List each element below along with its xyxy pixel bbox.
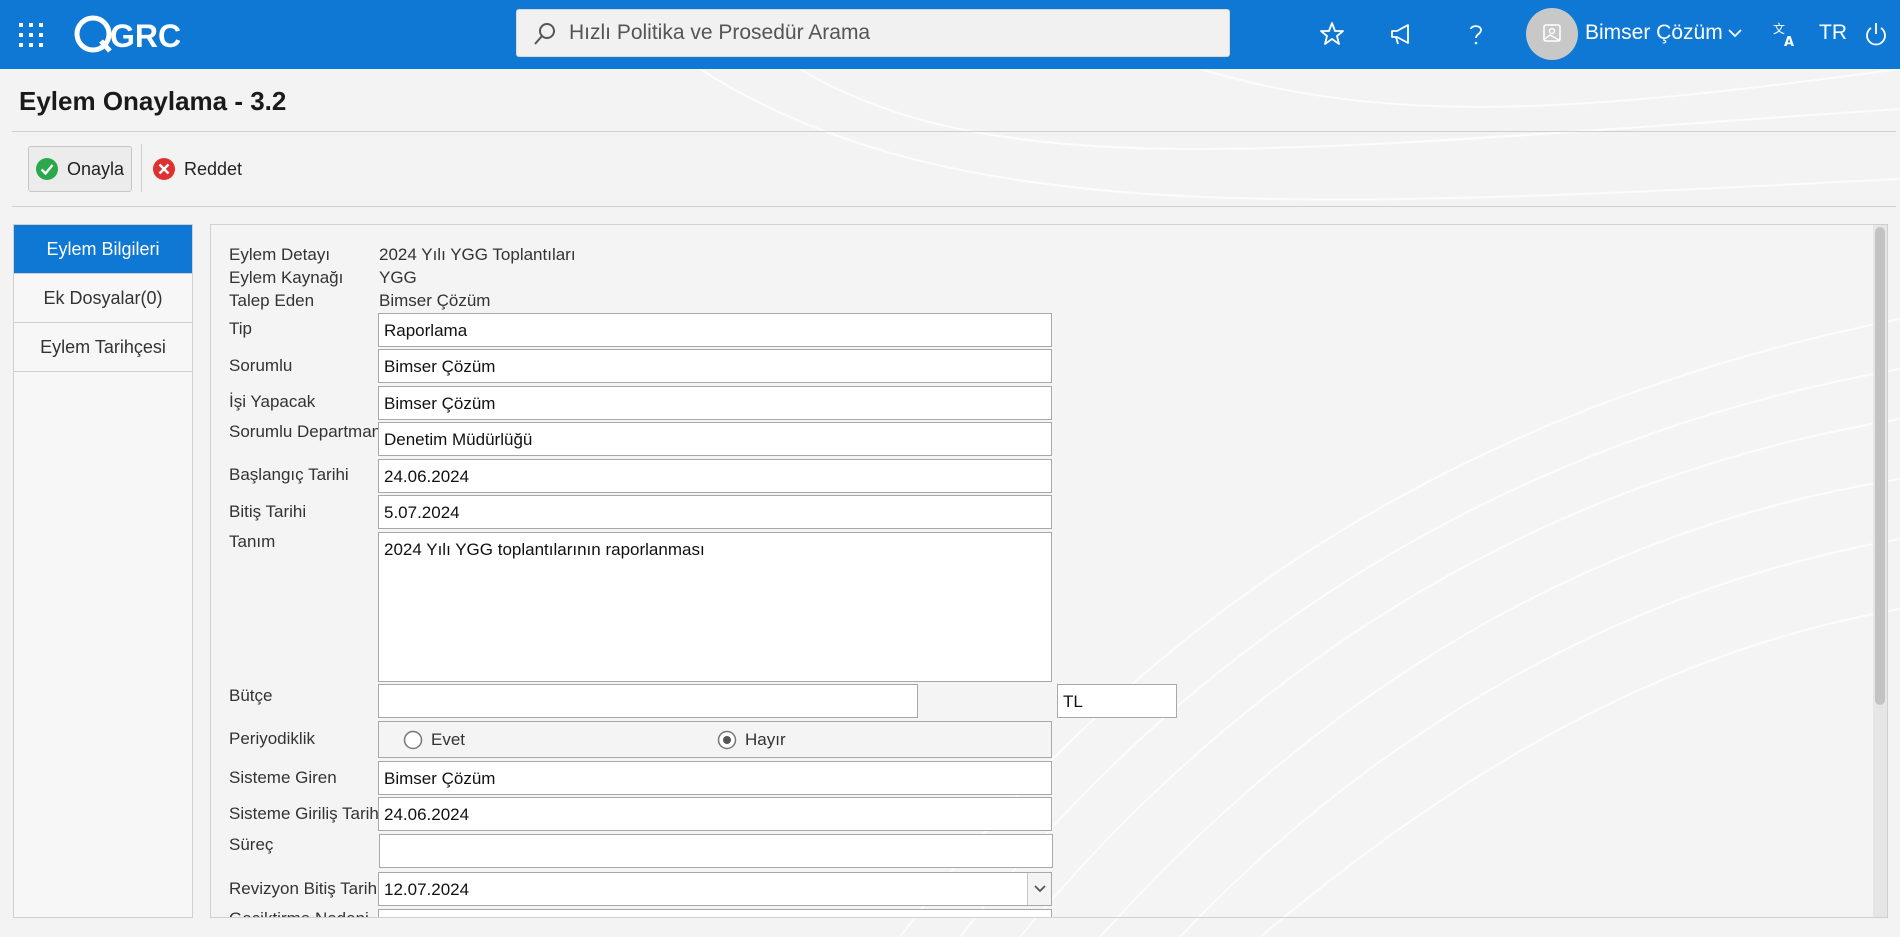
talep-eden-label: Talep Eden xyxy=(229,291,315,310)
butce-label: Bütçe xyxy=(229,686,273,705)
approve-button[interactable]: Onayla xyxy=(28,146,132,192)
isi-yapacak-label: İşi Yapacak xyxy=(229,392,316,411)
surec-label: Süreç xyxy=(229,835,274,854)
search-icon xyxy=(534,23,555,45)
butce-field[interactable] xyxy=(378,684,918,718)
sisteme-giren-label: Sisteme Giren xyxy=(229,768,337,787)
revizyon-bitis-value: 12.07.2024 xyxy=(384,880,470,899)
tab-eylem-tarihcesi[interactable]: Eylem Tarihçesi xyxy=(14,323,192,372)
approve-label: Onayla xyxy=(67,158,125,179)
baslangic-tarihi-field[interactable]: 24.06.2024 xyxy=(378,459,1052,493)
chevron-down-icon xyxy=(1033,885,1046,893)
revizyon-bitis-select[interactable]: 12.07.2024 xyxy=(378,872,1052,906)
vertical-scrollbar[interactable] xyxy=(1873,225,1887,917)
isi-yapacak-field[interactable]: Bimser Çözüm xyxy=(378,386,1052,420)
toolbar-divider xyxy=(12,206,1896,207)
svg-text:A: A xyxy=(1784,35,1794,48)
bitis-tarihi-label: Bitiş Tarihi xyxy=(229,502,307,521)
language-label[interactable]: TR xyxy=(1819,21,1847,45)
radio-evet[interactable]: Evet xyxy=(403,730,465,750)
bitis-tarihi-field[interactable]: 5.07.2024 xyxy=(378,495,1052,529)
talep-eden-value: Bimser Çözüm xyxy=(379,291,491,310)
reject-label: Reddet xyxy=(184,158,243,179)
tip-label: Tip xyxy=(229,319,252,338)
app-launcher-icon[interactable] xyxy=(18,22,44,48)
avatar[interactable] xyxy=(1526,8,1578,60)
reject-button[interactable]: Reddet xyxy=(150,146,248,192)
radio-hayir[interactable]: Hayır xyxy=(717,730,786,750)
scrollbar-thumb[interactable] xyxy=(1875,227,1885,705)
toolbar-separator xyxy=(141,144,142,192)
eylem-detayi-label: Eylem Detayı xyxy=(229,245,331,264)
sorumlu-field[interactable]: Bimser Çözüm xyxy=(378,349,1052,383)
logo-text: GRC xyxy=(110,18,181,54)
sorumlu-label: Sorumlu xyxy=(229,356,293,375)
page-title: Eylem Onaylama - 3.2 xyxy=(19,86,287,116)
check-circle-icon xyxy=(36,158,58,180)
sorumlu-departman-field[interactable]: Denetim Müdürlüğü xyxy=(378,422,1052,456)
geciktirme-nedeni-label: Geciktirme Nedeni xyxy=(229,909,369,917)
giris-tarihi-field[interactable]: 24.06.2024 xyxy=(378,797,1052,831)
user-photo-icon xyxy=(1543,24,1561,42)
select-arrow[interactable] xyxy=(1027,873,1051,905)
geciktirme-nedeni-field[interactable] xyxy=(378,909,1052,917)
user-name[interactable]: Bimser Çözüm xyxy=(1585,21,1723,45)
svg-text:文: 文 xyxy=(1773,21,1785,36)
top-bar: GRC Bimser Çözüm 文 A TR xyxy=(0,0,1900,69)
language-icon[interactable]: 文 A xyxy=(1772,20,1800,48)
action-form-panel: Eylem Detayı 2024 Yılı YGG Toplantıları … xyxy=(210,224,1888,918)
eylem-kaynagi-label: Eylem Kaynağı xyxy=(229,268,344,287)
chevron-down-icon[interactable] xyxy=(1726,24,1744,42)
tab-eylem-bilgileri[interactable]: Eylem Bilgileri xyxy=(14,225,192,274)
tip-field[interactable]: Raporlama xyxy=(378,313,1052,347)
side-tabs: Eylem Bilgileri Ek Dosyalar(0) Eylem Tar… xyxy=(13,224,193,918)
search-input[interactable] xyxy=(569,10,1209,56)
eylem-kaynagi-value: YGG xyxy=(379,268,417,287)
radio-checked-icon xyxy=(717,730,737,750)
search-box[interactable] xyxy=(516,9,1230,57)
radio-hayir-label: Hayır xyxy=(745,730,786,749)
sorumlu-departman-label: Sorumlu Departman xyxy=(229,422,382,441)
grc-logo[interactable]: GRC xyxy=(74,13,192,55)
tanim-label: Tanım xyxy=(229,532,276,551)
surec-field[interactable] xyxy=(379,834,1053,868)
tanim-textarea[interactable]: 2024 Yılı YGG toplantılarının raporlanma… xyxy=(378,532,1052,682)
favorites-star-icon[interactable] xyxy=(1318,20,1346,48)
radio-unchecked-icon xyxy=(403,730,423,750)
eylem-detayi-value: 2024 Yılı YGG Toplantıları xyxy=(379,245,576,264)
giris-tarihi-label: Sisteme Giriliş Tarihi xyxy=(229,804,383,823)
title-divider xyxy=(12,131,1896,132)
currency-field[interactable]: TL xyxy=(1057,684,1177,718)
announcement-megaphone-icon[interactable] xyxy=(1388,20,1416,48)
power-logout-icon[interactable] xyxy=(1862,20,1890,48)
sisteme-giren-field[interactable]: Bimser Çözüm xyxy=(378,761,1052,795)
tab-ek-dosyalar[interactable]: Ek Dosyalar(0) xyxy=(14,274,192,323)
periyodiklik-label: Periyodiklik xyxy=(229,729,315,748)
periyodiklik-radio-group: Evet Hayır xyxy=(378,721,1052,758)
help-question-icon[interactable] xyxy=(1462,20,1490,48)
baslangic-tarihi-label: Başlangıç Tarihi xyxy=(229,465,349,484)
close-circle-icon xyxy=(153,158,175,180)
radio-evet-label: Evet xyxy=(431,730,466,749)
revizyon-bitis-label: Revizyon Bitiş Tarihi xyxy=(229,879,381,898)
